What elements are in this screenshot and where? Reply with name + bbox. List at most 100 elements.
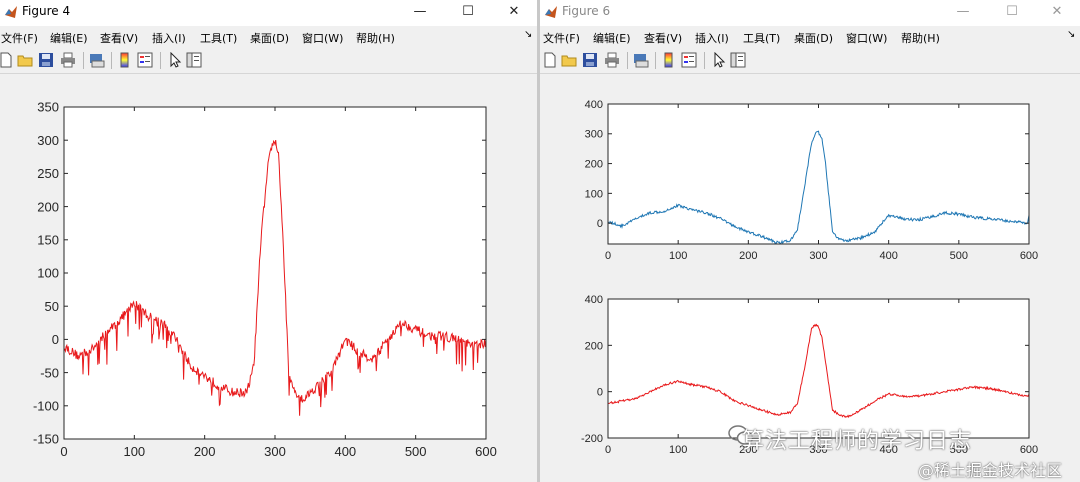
figure-toolbar: [0, 47, 537, 74]
dock-arrow-icon[interactable]: ↘: [1067, 29, 1075, 40]
figure-4-window: Figure 4 — ☐ ✕ 文件(F) 编辑(E) 查看(V) 插入(I) 工…: [0, 0, 537, 482]
y-tick-label: 0: [52, 332, 59, 347]
menu-window[interactable]: 窗口(W): [302, 30, 343, 46]
save-icon[interactable]: [582, 52, 598, 68]
plot-area: [608, 299, 1029, 438]
window-title: Figure 6: [562, 4, 611, 18]
y-tick-label: 300: [37, 133, 59, 148]
x-tick-label: 300: [264, 444, 286, 459]
new-file-icon[interactable]: [0, 52, 14, 68]
y-tick-label: -200: [581, 433, 603, 445]
window-title: Figure 4: [22, 4, 71, 18]
x-tick-label: 200: [194, 444, 216, 459]
minimize-button[interactable]: —: [940, 0, 986, 26]
y-tick-label: 200: [585, 159, 603, 171]
menu-insert[interactable]: 插入(I): [152, 30, 186, 46]
menu-tools[interactable]: 工具(T): [743, 30, 780, 46]
dock-arrow-icon[interactable]: ↘: [524, 29, 532, 40]
menu-desktop[interactable]: 桌面(D): [794, 30, 833, 46]
y-tick-label: 400: [585, 99, 603, 111]
x-tick-label: 100: [669, 250, 687, 262]
x-tick-label: 300: [809, 250, 827, 262]
menu-file[interactable]: 文件(F): [543, 30, 580, 46]
legend-icon[interactable]: [137, 52, 153, 68]
title-bar[interactable]: Figure 6 — ☐ ✕: [540, 0, 1080, 26]
x-tick-label: 0: [605, 444, 611, 456]
print-icon[interactable]: [604, 52, 620, 68]
print-preview-icon[interactable]: [89, 52, 105, 68]
print-icon[interactable]: [60, 52, 76, 68]
chart-1: 0 100 200 300 400 500 600 0 100 200 300 400: [585, 99, 1039, 262]
y-tick-label: -50: [40, 365, 59, 380]
x-tick-label: 100: [123, 444, 145, 459]
toolbar-separator: [627, 52, 628, 69]
juejin-watermark: @稀土掘金技术社区: [918, 461, 1063, 480]
y-tick-label: 300: [585, 129, 603, 141]
y-tick-label: 350: [37, 100, 59, 115]
maximize-button[interactable]: ☐: [989, 0, 1035, 26]
menu-file[interactable]: 文件(F): [1, 30, 38, 46]
pointer-icon[interactable]: [711, 52, 727, 68]
property-editor-icon[interactable]: [730, 52, 746, 68]
menu-help[interactable]: 帮助(H): [901, 30, 940, 46]
y-tick-label: 200: [37, 199, 59, 214]
plot-axes-figure6[interactable]: 0 100 200 300 400 500 60001002003004000 100 200 3…: [540, 74, 1080, 482]
pointer-icon[interactable]: [167, 52, 183, 68]
y-tick-label: 100: [37, 266, 59, 281]
y-tick-label: 150: [37, 232, 59, 247]
new-file-icon[interactable]: [542, 52, 558, 68]
menu-help[interactable]: 帮助(H): [356, 30, 395, 46]
x-tick-label: 0: [60, 444, 67, 459]
x-tick-label: 0: [605, 250, 611, 262]
plot-area: [64, 107, 486, 439]
open-folder-icon[interactable]: [17, 52, 33, 68]
x-tick-label: 600: [1020, 444, 1038, 456]
open-folder-icon[interactable]: [561, 52, 577, 68]
figure-canvas: 0 100 200 300 400 500 600 -150 -100 -50 0 50 100 150 2…: [0, 74, 537, 482]
menu-insert[interactable]: 插入(I): [695, 30, 729, 46]
menu-bar: 文件(F) 编辑(E) 查看(V) 插入(I) 工具(T) 桌面(D) 窗口(W…: [0, 27, 537, 47]
x-tick-label: 100: [669, 444, 687, 456]
legend-icon[interactable]: [681, 52, 697, 68]
y-tick-label: 50: [45, 299, 59, 314]
save-icon[interactable]: [38, 52, 54, 68]
property-editor-icon[interactable]: [186, 52, 202, 68]
menu-bar: 文件(F) 编辑(E) 查看(V) 插入(I) 工具(T) 桌面(D) 窗口(W…: [540, 27, 1080, 47]
figure-canvas: 0 100 200 300 400 500 600 0 100 200 300 400 0 100 200 3…: [540, 74, 1080, 482]
x-tick-label: 400: [334, 444, 356, 459]
figure-6-window: Figure 6 — ☐ ✕ 文件(F) 编辑(E) 查看(V) 插入(I) 工…: [540, 0, 1080, 482]
close-button[interactable]: ✕: [491, 0, 537, 26]
y-tick-label: 250: [37, 166, 59, 181]
matlab-logo-icon: [545, 6, 557, 18]
wechat-watermark: 算法工程师的学习日志: [742, 429, 973, 454]
colorbar-icon[interactable]: [661, 52, 677, 68]
y-tick-label: -100: [33, 398, 59, 413]
menu-desktop[interactable]: 桌面(D): [250, 30, 289, 46]
colorbar-icon[interactable]: [117, 52, 133, 68]
print-preview-icon[interactable]: [633, 52, 649, 68]
plot-axes-figure4[interactable]: 0 100 200 300 400 500 600 -150 -100 -50 0 50 100 150 2…: [0, 74, 537, 482]
y-tick-label: 0: [597, 218, 603, 230]
menu-edit[interactable]: 编辑(E): [593, 30, 631, 46]
toolbar-separator: [83, 52, 84, 69]
chart-0: 0 100 200 300 400 500 600 -150 -100 -50 0 50 100 150 2…: [33, 100, 497, 459]
menu-view[interactable]: 查看(V): [644, 30, 682, 46]
figure-toolbar: [540, 47, 1080, 74]
matlab-logo-icon: [5, 6, 17, 18]
y-tick-label: -150: [33, 432, 59, 447]
maximize-button[interactable]: ☐: [445, 0, 491, 26]
toolbar-separator: [704, 52, 705, 69]
x-tick-label: 500: [950, 250, 968, 262]
y-tick-label: 200: [585, 340, 603, 352]
y-tick-label: 400: [585, 294, 603, 306]
menu-tools[interactable]: 工具(T): [200, 30, 237, 46]
menu-window[interactable]: 窗口(W): [846, 30, 887, 46]
title-bar[interactable]: Figure 4 — ☐ ✕: [0, 0, 537, 26]
minimize-button[interactable]: —: [397, 0, 443, 26]
plot-area: [608, 104, 1029, 244]
menu-edit[interactable]: 编辑(E): [50, 30, 88, 46]
menu-view[interactable]: 查看(V): [100, 30, 138, 46]
close-button[interactable]: ✕: [1034, 0, 1080, 26]
x-tick-label: 400: [879, 250, 897, 262]
y-tick-label: 100: [585, 188, 603, 200]
